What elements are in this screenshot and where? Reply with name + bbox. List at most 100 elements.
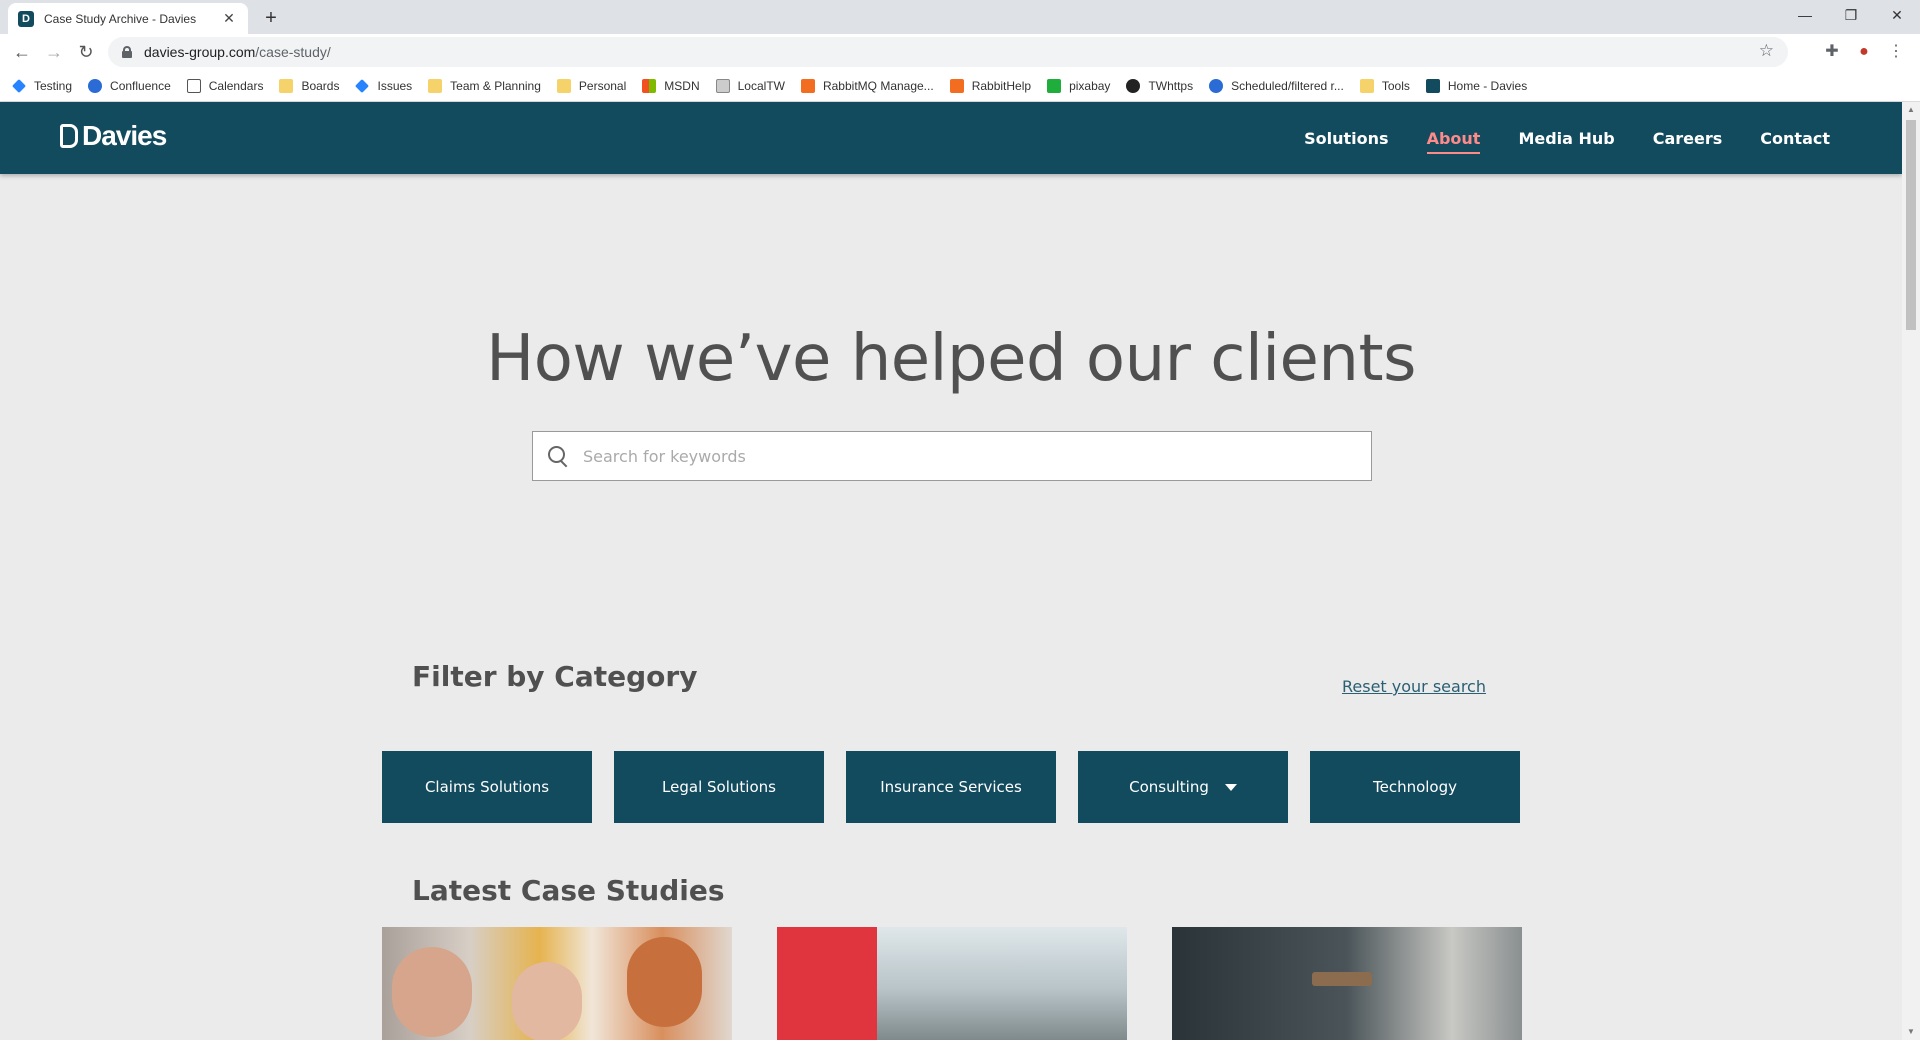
case-study-image-people[interactable] xyxy=(382,927,732,1040)
bookmark-item[interactable]: Boards xyxy=(279,78,339,93)
back-arrow-icon[interactable]: ← xyxy=(10,40,34,64)
davies-favicon-icon: D xyxy=(18,10,34,27)
category-label: Insurance Services xyxy=(880,778,1022,796)
window-restore-button[interactable]: ❐ xyxy=(1828,0,1874,30)
bookmark-item[interactable]: Issues xyxy=(355,79,412,93)
nav-item-solutions[interactable]: Solutions xyxy=(1304,129,1388,148)
page-scrollbar[interactable]: ▲ ▼ xyxy=(1902,102,1920,1040)
category-legal-solutions-button[interactable]: Legal Solutions xyxy=(614,751,824,823)
bookmark-item[interactable]: Confluence xyxy=(88,78,171,93)
bookmark-item[interactable]: Tools xyxy=(1359,78,1410,93)
window-minimize-button[interactable]: — xyxy=(1782,0,1828,30)
category-buttons: Claims Solutions Legal Solutions Insurance… xyxy=(382,751,1520,823)
microsoft-icon xyxy=(642,78,657,93)
bookmark-item[interactable]: Calendars xyxy=(186,78,264,93)
bookmark-label: RabbitHelp xyxy=(971,78,1032,93)
image-door-bolt xyxy=(1312,972,1372,986)
nav-item-careers[interactable]: Careers xyxy=(1653,129,1723,148)
confluence-icon xyxy=(88,78,103,93)
bookmark-item[interactable]: LocalTW xyxy=(715,78,785,93)
browser-tab[interactable]: D Case Study Archive - Davies ✕ xyxy=(8,3,248,34)
category-label: Technology xyxy=(1372,778,1458,796)
filter-title: Filter by Category xyxy=(412,660,698,693)
bookmark-label: Team & Planning xyxy=(450,78,541,93)
bookmark-label: pixabay xyxy=(1069,78,1111,93)
category-technology-button[interactable]: Technology xyxy=(1310,751,1520,823)
bookmark-label: TWhttps xyxy=(1148,78,1194,93)
category-label: Claims Solutions xyxy=(424,778,550,796)
reset-search-link[interactable]: Reset your search xyxy=(1342,677,1486,696)
window-close-button[interactable]: ✕ xyxy=(1874,0,1920,30)
site-header: Davies Solutions About Media Hub Careers Con… xyxy=(0,102,1902,174)
calendar-icon xyxy=(186,78,201,93)
address-bar[interactable]: davies-group.com /case-study/ ☆ xyxy=(108,37,1788,67)
bookmark-item[interactable]: Personal xyxy=(556,78,627,93)
bookmark-item[interactable]: TWhttps xyxy=(1126,78,1194,93)
category-consulting-button[interactable]: Consulting xyxy=(1078,751,1288,823)
nav-item-about[interactable]: About xyxy=(1426,129,1480,154)
bookmark-label: Calendars xyxy=(208,78,264,93)
url-host: davies-group.com xyxy=(144,44,256,60)
category-insurance-services-button[interactable]: Insurance Services xyxy=(846,751,1056,823)
image-figure xyxy=(392,947,472,1037)
bookmark-item[interactable]: Testing xyxy=(12,79,72,93)
tab-close-icon[interactable]: ✕ xyxy=(220,10,238,27)
url-path: /case-study/ xyxy=(255,44,331,60)
image-figure xyxy=(512,962,582,1040)
rabbitmq-icon xyxy=(949,78,964,93)
local-icon xyxy=(715,78,730,93)
search-input[interactable] xyxy=(583,432,1371,480)
bookmark-label: Scheduled/filtered r... xyxy=(1231,78,1344,93)
browser-tab-bar: D Case Study Archive - Davies ✕ + — ❐ ✕ xyxy=(0,0,1920,34)
bookmark-item[interactable]: Team & Planning xyxy=(428,78,541,93)
menu-kebab-icon[interactable]: ⋮ xyxy=(1886,42,1906,62)
jira-icon xyxy=(355,78,370,93)
folder-icon xyxy=(556,78,571,93)
confluence-icon xyxy=(1209,78,1224,93)
image-figure xyxy=(627,937,702,1027)
pixabay-icon xyxy=(1047,78,1062,93)
case-study-image-lock[interactable] xyxy=(1172,927,1522,1040)
new-tab-button[interactable]: + xyxy=(258,5,284,31)
search-box xyxy=(532,431,1372,481)
nav-item-media-hub[interactable]: Media Hub xyxy=(1518,129,1614,148)
nav-item-contact[interactable]: Contact xyxy=(1760,129,1830,148)
bookmark-label: Confluence xyxy=(110,78,171,93)
bookmark-label: MSDN xyxy=(664,78,700,93)
lock-icon[interactable] xyxy=(122,46,132,58)
page-title: How we’ve helped our clients xyxy=(486,322,1416,396)
scroll-thumb[interactable] xyxy=(1906,120,1916,330)
profile-avatar-icon[interactable]: ● xyxy=(1854,42,1874,62)
bookmark-label: Tools xyxy=(1381,78,1410,93)
scroll-down-icon[interactable]: ▼ xyxy=(1902,1024,1920,1040)
bookmark-label: Personal xyxy=(578,78,627,93)
scroll-up-icon[interactable]: ▲ xyxy=(1902,102,1920,118)
jira-icon xyxy=(12,78,26,93)
bookmark-label: Issues xyxy=(377,78,413,93)
extensions-icon[interactable]: ✚ xyxy=(1822,42,1842,62)
davies-logo[interactable]: Davies xyxy=(60,120,167,152)
bookmark-item[interactable]: Home - Davies xyxy=(1425,78,1528,93)
bookmark-item[interactable]: pixabay xyxy=(1047,78,1111,93)
forward-arrow-icon[interactable]: → xyxy=(42,40,66,64)
caret-down-icon xyxy=(1224,783,1237,791)
case-study-cards xyxy=(382,927,1522,1040)
bookmark-star-icon[interactable]: ☆ xyxy=(1759,41,1774,61)
category-label: Legal Solutions xyxy=(662,778,776,796)
category-claims-solutions-button[interactable]: Claims Solutions xyxy=(382,751,592,823)
logo-text: Davies xyxy=(82,120,167,151)
bookmark-item[interactable]: MSDN xyxy=(642,78,700,93)
latest-case-studies-title: Latest Case Studies xyxy=(412,874,725,907)
bookmark-item[interactable]: RabbitMQ Manage... xyxy=(800,78,934,93)
rabbitmq-icon xyxy=(800,78,815,93)
bookmark-item[interactable]: RabbitHelp xyxy=(949,78,1032,93)
folder-icon xyxy=(1359,78,1374,93)
bookmark-label: Home - Davies xyxy=(1447,78,1528,93)
bookmark-item[interactable]: Scheduled/filtered r... xyxy=(1209,78,1344,93)
case-study-image-office[interactable] xyxy=(777,927,1127,1040)
bookmark-label: Testing xyxy=(34,78,73,93)
davies-logo-mark-icon xyxy=(60,124,78,148)
bookmark-label: LocalTW xyxy=(737,78,785,93)
folder-icon xyxy=(279,78,294,93)
reload-icon[interactable]: ↻ xyxy=(74,40,98,64)
